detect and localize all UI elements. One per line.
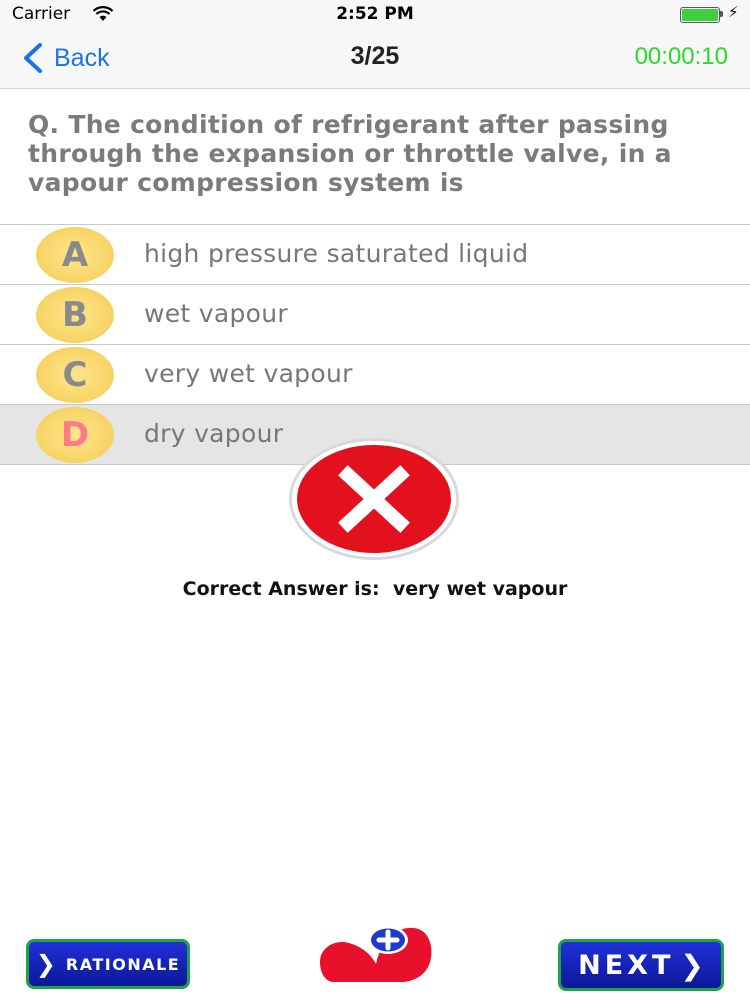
option-c[interactable]: C very wet vapour	[0, 344, 750, 404]
option-b[interactable]: B wet vapour	[0, 284, 750, 344]
chevron-right-icon: ❯	[680, 948, 704, 982]
question-text: Q. The condition of refrigerant after pa…	[28, 110, 672, 197]
answer-options: A high pressure saturated liquid B wet v…	[0, 224, 750, 465]
rationale-label: RATIONALE	[65, 954, 181, 974]
option-text: high pressure saturated liquid	[144, 239, 529, 268]
battery-icon	[680, 7, 720, 23]
correct-answer-text: Correct Answer is: very wet vapour	[182, 578, 568, 600]
heart-plus-icon[interactable]	[318, 922, 434, 984]
option-letter-badge: D	[36, 407, 114, 463]
option-letter-badge: A	[36, 227, 114, 283]
option-text: wet vapour	[144, 299, 288, 328]
wrong-x-icon	[289, 438, 459, 560]
charging-bolt-icon: ⚡	[728, 3, 739, 21]
option-letter-badge: B	[36, 287, 114, 343]
battery-cap	[720, 11, 723, 17]
quiz-timer: 00:00:10	[634, 43, 728, 70]
status-bar: Carrier 2:52 PM ⚡	[0, 0, 750, 30]
nav-bar: Back 3/25 00:00:10	[0, 30, 750, 89]
status-time: 2:52 PM	[336, 4, 414, 24]
rationale-button[interactable]: ❯ RATIONALE	[26, 939, 190, 989]
option-text: dry vapour	[144, 419, 284, 448]
option-text: very wet vapour	[144, 359, 353, 388]
chevron-right-icon: ❯	[35, 950, 56, 978]
option-letter-badge: C	[36, 347, 114, 403]
option-a[interactable]: A high pressure saturated liquid	[0, 224, 750, 284]
next-button[interactable]: NEXT ❯	[558, 939, 724, 991]
next-label: NEXT	[578, 949, 675, 981]
